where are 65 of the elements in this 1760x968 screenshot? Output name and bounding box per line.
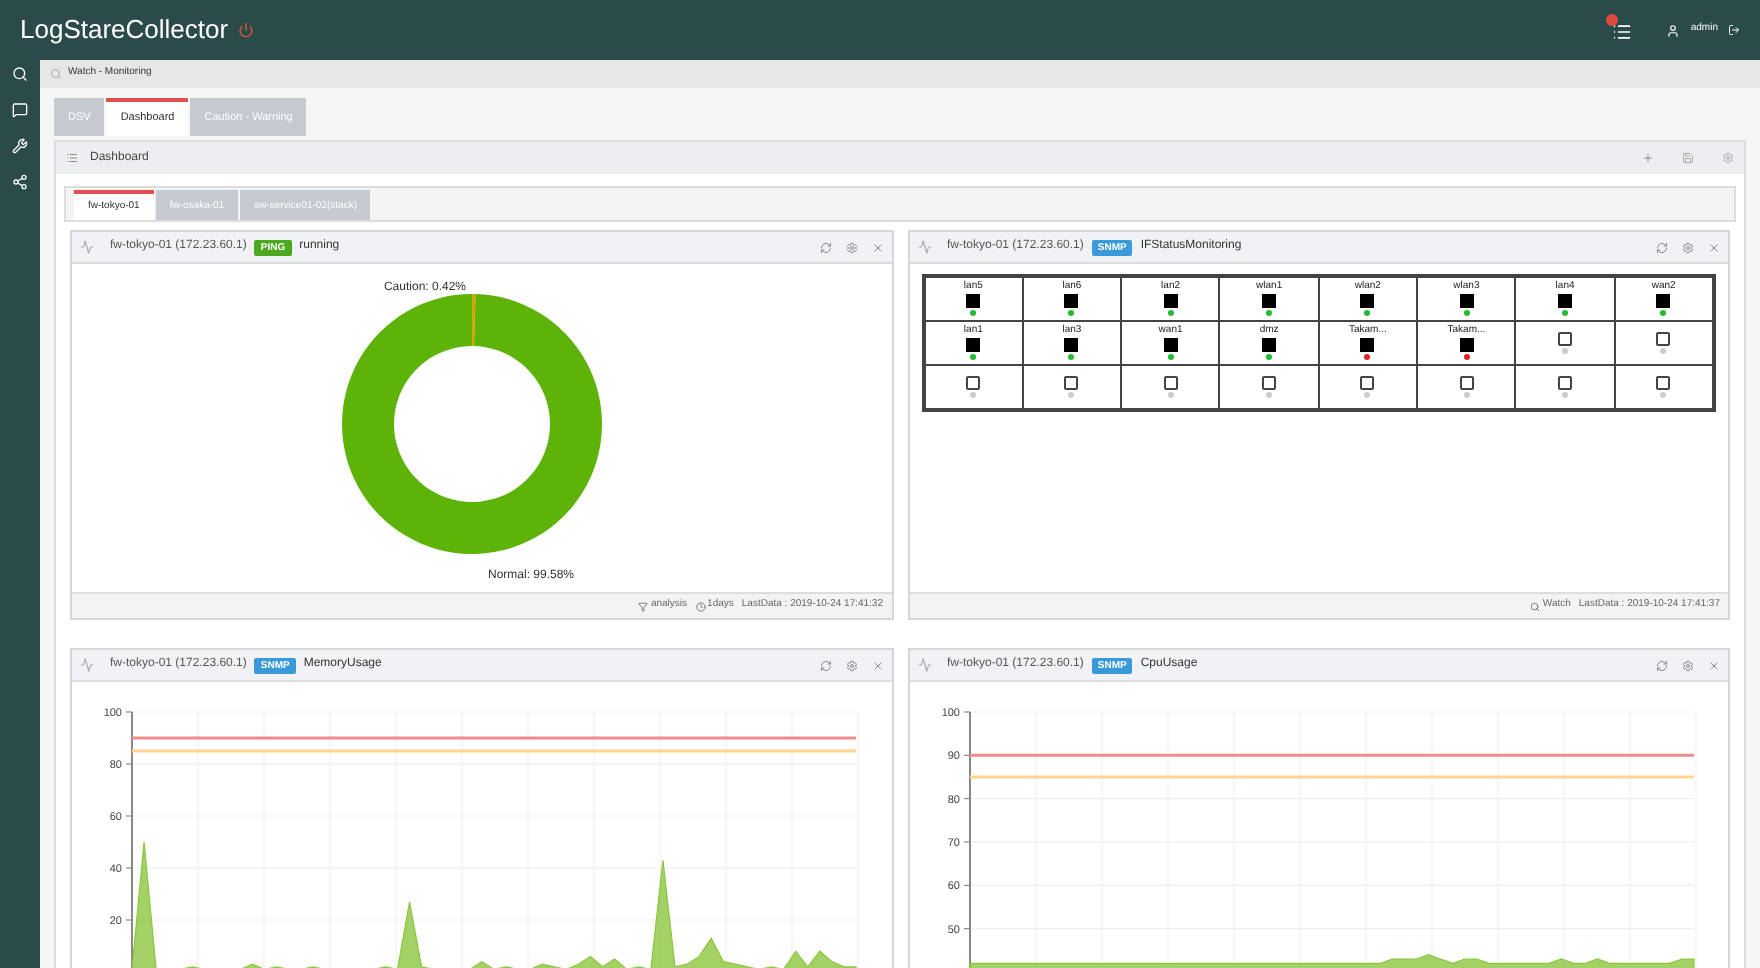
port-icon xyxy=(1459,338,1474,352)
pulse-icon xyxy=(917,658,931,672)
port-cell[interactable] xyxy=(1319,366,1417,408)
port-icon xyxy=(1360,294,1375,308)
clock-icon xyxy=(695,601,706,611)
port-icon xyxy=(966,376,981,390)
list-icon xyxy=(66,152,78,164)
close-icon[interactable] xyxy=(871,659,883,671)
port-icon xyxy=(1558,332,1573,346)
port-cell[interactable] xyxy=(925,366,1022,408)
close-icon[interactable] xyxy=(871,241,883,253)
notification-icon[interactable] xyxy=(1612,22,1633,42)
port-icon xyxy=(1163,294,1178,308)
port-cell[interactable] xyxy=(1516,366,1614,408)
port-icon xyxy=(1459,294,1474,308)
close-icon[interactable] xyxy=(1708,241,1720,253)
port-icon xyxy=(1262,338,1277,352)
settings-icon[interactable] xyxy=(845,659,857,671)
port-cell[interactable] xyxy=(1615,322,1712,364)
refresh-icon[interactable] xyxy=(819,241,831,253)
port-icon xyxy=(1262,294,1277,308)
port-cell[interactable] xyxy=(1220,366,1318,408)
user-icon xyxy=(1666,23,1681,37)
port-icon xyxy=(1656,294,1671,308)
close-icon[interactable] xyxy=(1708,659,1720,671)
port-icon xyxy=(1558,376,1573,390)
search-icon xyxy=(1530,601,1541,611)
port-icon xyxy=(1064,338,1079,352)
port-icon xyxy=(1360,376,1375,390)
pulse-icon xyxy=(80,240,94,254)
port-icon xyxy=(1558,294,1573,308)
port-icon xyxy=(966,338,981,352)
port-cell[interactable] xyxy=(1122,366,1219,408)
search-icon xyxy=(50,68,62,80)
pulse-icon xyxy=(80,658,94,672)
filter-icon xyxy=(638,601,649,611)
pulse-icon xyxy=(917,240,931,254)
port-icon xyxy=(1163,338,1178,352)
port-cell[interactable] xyxy=(1418,366,1515,408)
search-icon[interactable] xyxy=(12,66,28,82)
port-icon xyxy=(1360,338,1375,352)
refresh-icon[interactable] xyxy=(819,659,831,671)
settings-icon[interactable] xyxy=(1682,241,1694,253)
port-icon xyxy=(1262,376,1277,390)
message-icon[interactable] xyxy=(12,102,28,118)
share-icon[interactable] xyxy=(12,174,28,190)
port-icon xyxy=(966,294,981,308)
app-title: LogStareCollector xyxy=(20,12,229,49)
port-icon xyxy=(1459,376,1474,390)
port-cell[interactable] xyxy=(1023,366,1121,408)
refresh-icon[interactable] xyxy=(1656,241,1668,253)
power-icon xyxy=(238,22,255,38)
port-icon xyxy=(1064,376,1079,390)
port-icon xyxy=(1163,376,1178,390)
port-cell[interactable] xyxy=(1516,322,1614,364)
port-icon xyxy=(1656,332,1671,346)
settings-icon[interactable] xyxy=(845,241,857,253)
port-icon xyxy=(1656,376,1671,390)
settings-icon[interactable] xyxy=(1682,659,1694,671)
port-cell[interactable] xyxy=(1615,366,1712,408)
logout-icon[interactable] xyxy=(1728,24,1740,36)
refresh-icon[interactable] xyxy=(1656,659,1668,671)
notification-badge xyxy=(1606,14,1619,26)
port-icon xyxy=(1064,294,1079,308)
wrench-icon[interactable] xyxy=(12,138,28,154)
